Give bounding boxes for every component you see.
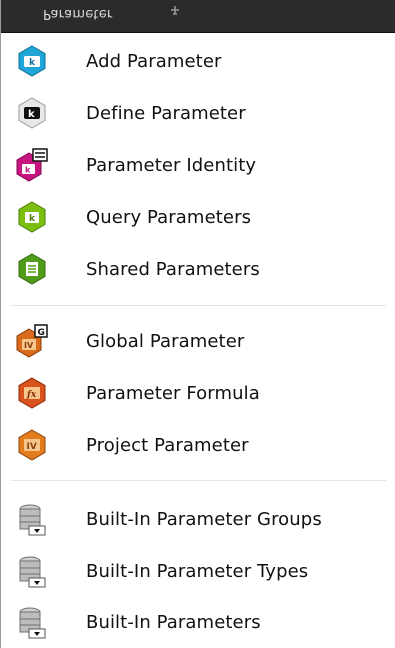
menu-item-label: Built-In Parameters [86, 611, 261, 633]
menu-item-label: Shared Parameters [86, 258, 260, 280]
menu-item-label: Parameter Identity [86, 154, 257, 176]
svg-text:IV: IV [27, 442, 37, 452]
menu-item-parameter-identity[interactable]: k Parameter Identity [1, 139, 395, 191]
menu-title-bar[interactable]: Parameter [1, 0, 395, 33]
database-icon [19, 607, 46, 639]
menu-item-parameter-formula[interactable]: fx Parameter Formula [1, 367, 395, 419]
menu-item-add-parameter[interactable]: k Add Parameter [1, 35, 395, 87]
database-icon [19, 556, 46, 588]
svg-text:k: k [28, 109, 35, 120]
menu-item-label: Built-In Parameter Types [86, 560, 309, 582]
svg-text:k: k [29, 58, 36, 68]
menu-item-label: Query Parameters [86, 206, 252, 228]
menu-item-built-in-parameter-groups[interactable]: Built-In Parameter Groups [1, 493, 395, 545]
menu-item-define-parameter[interactable]: k Define Parameter [1, 87, 395, 139]
menu-item-label: Project Parameter [86, 434, 249, 456]
database-icon [19, 504, 46, 536]
menu-item-shared-parameters[interactable]: Shared Parameters [1, 243, 395, 295]
global-parameter-icon: IV G [16, 324, 48, 358]
pin-icon[interactable] [169, 5, 181, 19]
menu-item-label: Parameter Formula [86, 382, 260, 404]
svg-text:k: k [29, 214, 36, 224]
shared-parameters-icon [18, 253, 46, 285]
parameter-k-icon: k [18, 45, 46, 77]
menu-item-label: Define Parameter [86, 102, 246, 124]
svg-text:G: G [38, 328, 45, 338]
menu-item-global-parameter[interactable]: IV G Global Parameter [1, 315, 395, 367]
menu-item-label: Add Parameter [86, 50, 222, 72]
parameter-formula-icon: fx [18, 377, 46, 409]
separator [11, 480, 386, 481]
menu-item-query-parameters[interactable]: k Query Parameters [1, 191, 395, 243]
menu-item-built-in-parameter-types[interactable]: Built-In Parameter Types [1, 545, 395, 597]
menu-item-label: Built-In Parameter Groups [86, 508, 322, 530]
svg-text:k: k [25, 166, 31, 175]
menu-title: Parameter [43, 6, 113, 21]
menu-item-project-parameter[interactable]: IV Project Parameter [1, 419, 395, 471]
parameter-k-icon: k [18, 97, 46, 129]
parameter-menu: Parameter k Add Parameter k Define Param… [0, 0, 395, 648]
parameter-identity-icon: k [16, 148, 48, 182]
menu-item-label: Global Parameter [86, 330, 245, 352]
project-parameter-icon: IV [18, 429, 46, 461]
separator [11, 305, 386, 306]
menu-item-built-in-parameters[interactable]: Built-In Parameters [1, 596, 395, 648]
svg-text:fx: fx [26, 390, 37, 400]
query-parameters-icon: k [18, 201, 46, 233]
svg-text:IV: IV [24, 341, 34, 350]
